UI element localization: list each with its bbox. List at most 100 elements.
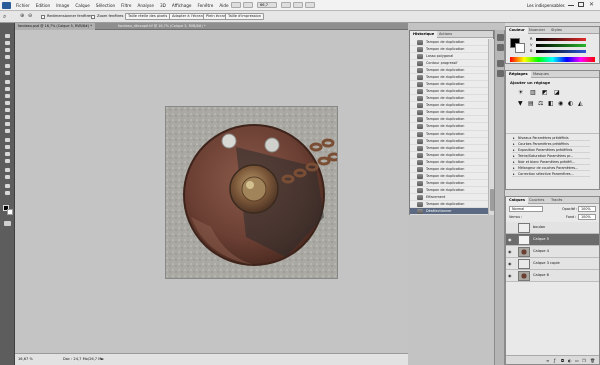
minibridge-button[interactable]: [243, 2, 253, 8]
vibrance-icon[interactable]: ▼: [518, 100, 523, 107]
opacity-input[interactable]: 100%: [578, 206, 596, 212]
bridge-button[interactable]: [231, 2, 241, 8]
color-balance-icon[interactable]: ⚖: [538, 100, 543, 107]
pen-tool-icon[interactable]: [3, 137, 12, 143]
history-item[interactable]: Tampon de duplication: [410, 39, 488, 47]
brightness-icon[interactable]: ☀: [518, 89, 523, 96]
eye-icon[interactable]: ◉: [508, 249, 514, 254]
zoom-all-checkbox[interactable]: [91, 15, 95, 19]
arrange-documents-button[interactable]: [293, 2, 303, 8]
history-item[interactable]: Tampon de duplication: [410, 201, 488, 208]
hue-saturation-icon[interactable]: ▤: [528, 100, 534, 107]
zoom-level-dropdown[interactable]: 66,7: [257, 2, 277, 8]
maximize-icon[interactable]: [578, 2, 584, 7]
blend-mode-select[interactable]: Normal: [509, 206, 543, 212]
bg-color-chip[interactable]: [515, 43, 525, 53]
dock-clone-icon[interactable]: [497, 70, 504, 77]
view-extras-button[interactable]: [281, 2, 291, 8]
workspace-label[interactable]: Les indispensables: [527, 3, 565, 8]
channel-mixer-icon[interactable]: ◐: [568, 100, 573, 107]
levels-icon[interactable]: ▥: [530, 89, 536, 96]
dock-history-icon[interactable]: [497, 34, 504, 41]
exposure-icon[interactable]: ◪: [554, 89, 560, 96]
dodge-tool-icon[interactable]: [3, 128, 12, 134]
eye-icon[interactable]: ◉: [508, 237, 514, 242]
link-layers-icon[interactable]: ∞: [546, 358, 549, 363]
quick-select-tool-icon[interactable]: [3, 54, 12, 60]
history-item[interactable]: Tampon de duplication: [410, 67, 488, 75]
status-arrow-icon[interactable]: ▸: [101, 357, 103, 361]
tab-actions[interactable]: Actions: [436, 31, 455, 38]
quick-mask-icon[interactable]: [4, 221, 11, 226]
healing-tool-icon[interactable]: [3, 79, 12, 85]
photo-filter-icon[interactable]: ◉: [558, 100, 563, 107]
preset-selective-color[interactable]: Correction sélective Paramètres...: [512, 171, 590, 177]
move-tool-icon[interactable]: [3, 33, 12, 39]
history-item[interactable]: Effacement: [410, 194, 488, 201]
color-ramp[interactable]: [510, 57, 595, 62]
gradient-tool-icon[interactable]: [3, 114, 12, 120]
menu-3d[interactable]: 3D: [160, 3, 166, 8]
menu-file[interactable]: Fichier: [16, 3, 30, 8]
history-item[interactable]: Tampon de duplication: [410, 145, 488, 152]
zoom-tool-icon[interactable]: [3, 190, 12, 196]
lasso-tool-icon[interactable]: [3, 47, 12, 53]
blur-tool-icon[interactable]: [3, 121, 12, 127]
menu-image[interactable]: Image: [56, 3, 69, 8]
menu-edit[interactable]: Edition: [36, 3, 51, 8]
stamp-tool-icon[interactable]: [3, 93, 12, 99]
crop-tool-icon[interactable]: [3, 63, 12, 69]
green-slider[interactable]: [536, 44, 586, 47]
menu-analysis[interactable]: Analyse: [137, 3, 153, 8]
history-item[interactable]: Tampon de duplication: [410, 81, 488, 89]
3d-rotate-tool-icon[interactable]: [3, 167, 12, 173]
black-white-icon[interactable]: ◧: [548, 100, 554, 107]
layer-row[interactable]: ◉ Calque 5: [506, 234, 599, 246]
tab-swatches[interactable]: Nuancier: [526, 27, 548, 34]
dock-actions-icon[interactable]: [497, 44, 504, 51]
brush-tool-icon[interactable]: [3, 86, 12, 92]
blue-slider[interactable]: [536, 50, 586, 53]
history-item[interactable]: Désélectionner: [410, 207, 488, 215]
menu-view[interactable]: Affichage: [172, 3, 192, 8]
layer-row[interactable]: ◉ Calque 4: [506, 246, 599, 258]
history-item[interactable]: Tampon de duplication: [410, 131, 488, 138]
close-icon[interactable]: ✕: [589, 1, 594, 8]
tab-document-2[interactable]: fondeau_découpé.tif @ 16,7% (Calque 3, R…: [115, 23, 209, 30]
background-color-swatch[interactable]: [7, 209, 13, 215]
tab-channels[interactable]: Couches: [526, 197, 547, 204]
screen-mode-button[interactable]: [305, 2, 315, 8]
dock-brush-icon[interactable]: [497, 60, 504, 67]
print-size-button[interactable]: Taille d'impression: [225, 13, 265, 20]
new-layer-icon[interactable]: ❐: [582, 358, 586, 363]
minimize-icon[interactable]: [568, 5, 574, 6]
eye-icon[interactable]: [508, 225, 514, 230]
actual-pixels-button[interactable]: Taille réelle des pixels: [125, 13, 171, 20]
path-select-tool-icon[interactable]: [3, 151, 12, 157]
add-mask-icon[interactable]: ◘: [561, 358, 564, 363]
hand-tool-icon[interactable]: [3, 183, 12, 189]
history-item[interactable]: Tampon de duplication: [410, 88, 488, 96]
menu-select[interactable]: Sélection: [96, 3, 115, 8]
tab-history[interactable]: Historique: [410, 31, 438, 38]
new-group-icon[interactable]: ▭: [575, 358, 579, 363]
eye-icon[interactable]: ◉: [508, 261, 514, 266]
fit-screen-button[interactable]: Adapter à l'écran: [169, 13, 206, 20]
history-item[interactable]: Tampon de duplication: [410, 123, 488, 131]
fill-input[interactable]: 100%: [578, 214, 596, 220]
history-item[interactable]: Tampon de duplication: [410, 187, 488, 194]
menu-help[interactable]: Aide: [219, 3, 228, 8]
history-brush-tool-icon[interactable]: [3, 100, 12, 106]
shape-tool-icon[interactable]: [3, 158, 12, 164]
menu-window[interactable]: Fenêtre: [198, 3, 214, 8]
eraser-tool-icon[interactable]: [3, 107, 12, 113]
layer-row[interactable]: ◉ Calque 6: [506, 270, 599, 282]
invert-icon[interactable]: ◭: [578, 100, 583, 107]
3d-orbit-tool-icon[interactable]: [3, 174, 12, 180]
history-item[interactable]: Tampon de duplication: [410, 180, 488, 187]
history-item[interactable]: Tampon de duplication: [410, 74, 488, 82]
eyedropper-tool-icon[interactable]: [3, 70, 12, 76]
eye-icon[interactable]: ◉: [508, 273, 514, 278]
tab-adjustments[interactable]: Réglages: [506, 71, 531, 78]
tab-paths[interactable]: Tracés: [548, 197, 565, 204]
